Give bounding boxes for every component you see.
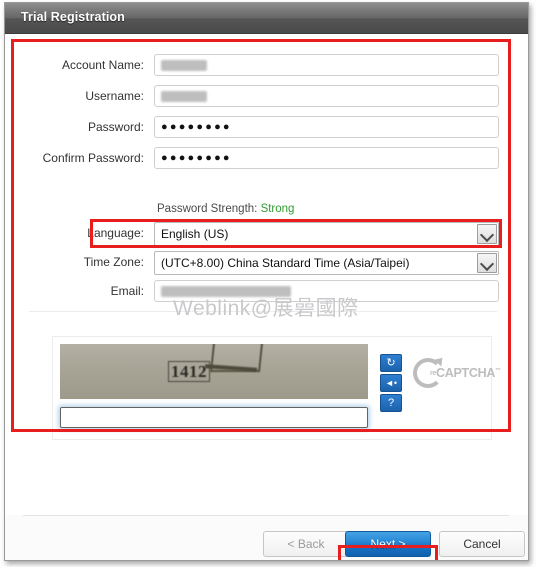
account-name-label: Account Name: (61, 58, 144, 72)
language-select[interactable]: English (US) (154, 222, 499, 246)
window-titlebar: Trial Registration (5, 3, 528, 34)
trial-registration-window: Trial Registration Account Name: Usernam… (4, 2, 529, 561)
account-name-redacted-value (161, 60, 207, 71)
confirm-password-label: Confirm Password: (42, 151, 144, 165)
field-row-username: Username: (5, 85, 528, 107)
refresh-glyph: ↻ (386, 357, 396, 369)
field-row-account-name: Account Name: (5, 54, 528, 76)
username-input[interactable] (154, 85, 499, 107)
refresh-icon[interactable]: ↻ (380, 354, 402, 372)
audio-icon[interactable]: ◄• (380, 374, 402, 392)
section-divider (29, 311, 497, 312)
password-strength-label: Password Strength: (157, 203, 258, 215)
recaptcha-logo-main: CAPTCHA (436, 366, 496, 380)
timezone-selected-value: (UTC+8.00) China Standard Time (Asia/Tai… (161, 256, 410, 270)
window-title: Trial Registration (21, 10, 125, 24)
timezone-select[interactable]: (UTC+8.00) China Standard Time (Asia/Tai… (154, 251, 499, 275)
email-input[interactable] (154, 280, 499, 302)
recaptcha-logo-text: reCAPTCHA™ (430, 366, 501, 380)
email-redacted-value (161, 286, 291, 297)
dialog-content: Account Name: Username: Password: ●●●●●●… (5, 34, 528, 560)
captcha-controls: ↻ ◄• ? (380, 354, 402, 414)
password-input[interactable]: ●●●●●●●● (154, 116, 499, 138)
timezone-label: Time Zone: (83, 255, 144, 269)
password-label: Password: (87, 120, 144, 134)
next-button[interactable]: Next > (345, 531, 431, 557)
password-strength: Password Strength: Strong (157, 203, 294, 215)
back-button[interactable]: < Back (263, 531, 349, 557)
field-row-email: Email: (5, 280, 528, 302)
field-row-language: Language: English (US) (5, 222, 528, 246)
dialog-footer: < Back Next > Cancel (5, 515, 528, 560)
chevron-down-icon[interactable] (477, 224, 497, 244)
username-redacted-value (161, 91, 207, 102)
confirm-password-input[interactable]: ●●●●●●●● (154, 147, 499, 169)
chevron-down-icon[interactable] (477, 253, 497, 273)
audio-glyph: ◄• (384, 378, 398, 388)
recaptcha-trademark: ™ (495, 367, 501, 374)
help-glyph: ? (387, 397, 395, 409)
footer-divider (23, 515, 509, 516)
help-icon[interactable]: ? (380, 394, 402, 412)
username-label: Username: (85, 89, 144, 103)
captcha-challenge-text: 1412 (168, 361, 210, 382)
language-label: Language: (87, 226, 144, 240)
email-label: Email: (110, 284, 144, 298)
captcha-answer-input[interactable] (60, 407, 368, 428)
language-selected-value: English (US) (161, 227, 229, 241)
cancel-button[interactable]: Cancel (439, 531, 525, 557)
field-row-password: Password: ●●●●●●●● (5, 116, 528, 138)
recaptcha-widget: 1412 ↻ ◄• ? reCAPTCHA™ (52, 336, 501, 440)
account-name-input[interactable] (154, 54, 499, 76)
field-row-confirm-password: Confirm Password: ●●●●●●●● (5, 147, 528, 169)
recaptcha-logo: reCAPTCHA™ (413, 354, 501, 391)
field-row-timezone: Time Zone: (UTC+8.00) China Standard Tim… (5, 251, 528, 275)
password-strength-value: Strong (260, 203, 295, 215)
captcha-challenge-image: 1412 (60, 344, 368, 399)
